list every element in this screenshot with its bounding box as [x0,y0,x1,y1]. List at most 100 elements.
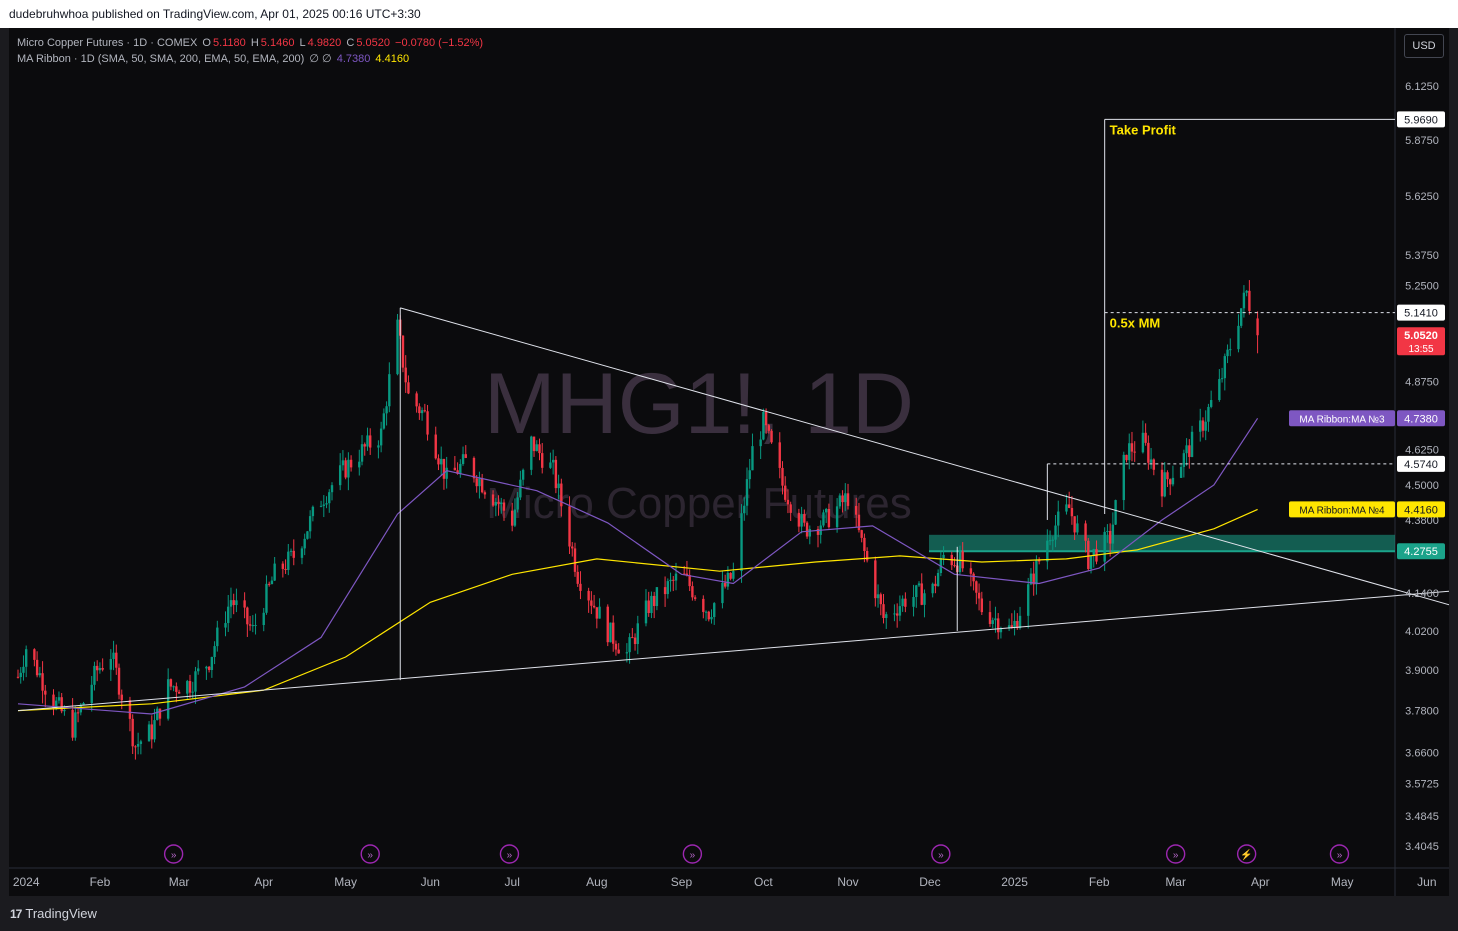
candle-body [319,505,323,507]
candle-body [251,625,255,627]
candle-body [691,586,694,598]
legend-open-label: O [202,37,211,49]
candle-body [63,709,66,712]
candle-body [762,411,765,440]
candle-body [112,652,115,660]
candle-body [1207,406,1210,422]
candle-body [647,600,650,614]
candle-body [977,592,981,599]
candle-body [778,442,781,468]
candle-body [655,587,659,607]
candle-body [273,563,276,581]
legend-high: 5.1460 [260,37,295,49]
y-tick-label: 3.7800 [1405,706,1439,718]
legend-open: 5.1180 [212,37,246,49]
candle-body [895,613,899,616]
candle-body [213,646,216,658]
candle-body [95,665,99,671]
x-tick-label: Aug [586,875,607,889]
candle-body [846,493,850,506]
candle-body [246,607,249,625]
candle-body [530,436,533,470]
candle-body [491,494,495,506]
candle-body [855,505,858,515]
candle-body [35,659,39,676]
x-tick-label: Apr [1251,875,1270,889]
candle-body [440,458,443,465]
x-tick-label: May [1331,875,1354,889]
candle-body [1160,469,1164,497]
candle-body [366,435,369,447]
tradingview-brand[interactable]: 17 TradingView [10,906,97,921]
candle-body [595,607,599,619]
candle-body [729,572,732,579]
candle-body [590,600,593,606]
candle-body [232,600,235,606]
candle-body [1179,466,1183,478]
y-tick-label: 4.1400 [1405,588,1439,600]
candle-body [551,459,555,463]
candle-body [702,598,705,612]
candle-body [1218,379,1221,401]
candle-body [1087,540,1090,569]
candle-body [532,436,536,452]
candle-body [688,574,691,587]
candle-body [751,446,754,471]
candle-body [800,513,803,527]
candle-body [480,478,484,493]
candle-body [1108,530,1112,544]
candle-body [19,672,22,678]
legend-high-label: H [250,37,259,49]
candle-body [60,697,63,712]
y-tick-label: 4.6250 [1405,445,1439,457]
candle-body [748,470,751,480]
candle-body [652,595,656,607]
candle-body [109,659,113,670]
candle-body [420,410,424,414]
candle-body [1084,523,1087,541]
candle-body [147,724,151,742]
candle-body [726,572,730,587]
candle-body [732,571,735,579]
ma3-line [17,417,1259,715]
chart-area[interactable]: MHG1!, 1D Micro Copper Futures Take Profit… [9,28,1449,896]
candle-body [991,620,994,624]
y-tick-label: 6.1250 [1405,81,1439,93]
candle-body [614,643,618,650]
candle-body [483,492,487,495]
candle-body [901,598,904,607]
y-tick-label: 3.4845 [1405,811,1439,823]
legend-symbol[interactable]: Micro Copper Futures · 1D · COMEX [17,37,197,49]
candle-body [158,708,162,719]
candle-body [156,708,159,721]
price-chart[interactable]: MHG1!, 1DMicro Copper FuturesTake Profit… [9,28,1449,896]
ma-name-tag-label: MA Ribbon:MA №3 [1299,414,1385,425]
candle-body [625,652,629,654]
candle-body [865,551,869,561]
candle-body [172,686,175,688]
candle-body [41,673,44,691]
candle-body [592,605,596,608]
candle-body [764,411,768,426]
candle-body [1013,620,1016,628]
candle-body [942,554,945,559]
x-tick-label: Dec [919,875,940,889]
candle-body [76,712,80,714]
candle-body [827,508,831,528]
candle-body [210,657,214,670]
currency-button[interactable]: USD [1404,34,1444,58]
legend-indicator[interactable]: MA Ribbon · 1D (SMA, 50, SMA, 200, EMA, … [17,53,304,65]
trendline-1 [400,307,1449,606]
candle-body [453,467,457,471]
candle-body [598,606,601,619]
candle-body [912,597,915,607]
candle-body [227,606,230,624]
candle-body [693,597,697,599]
brand-text: TradingView [25,906,97,921]
candle-body [57,697,61,701]
candle-body [1067,504,1071,508]
trendline-2 [17,590,1449,712]
candle-body [628,637,631,653]
candle-body [328,492,331,504]
candle-body [710,617,713,620]
